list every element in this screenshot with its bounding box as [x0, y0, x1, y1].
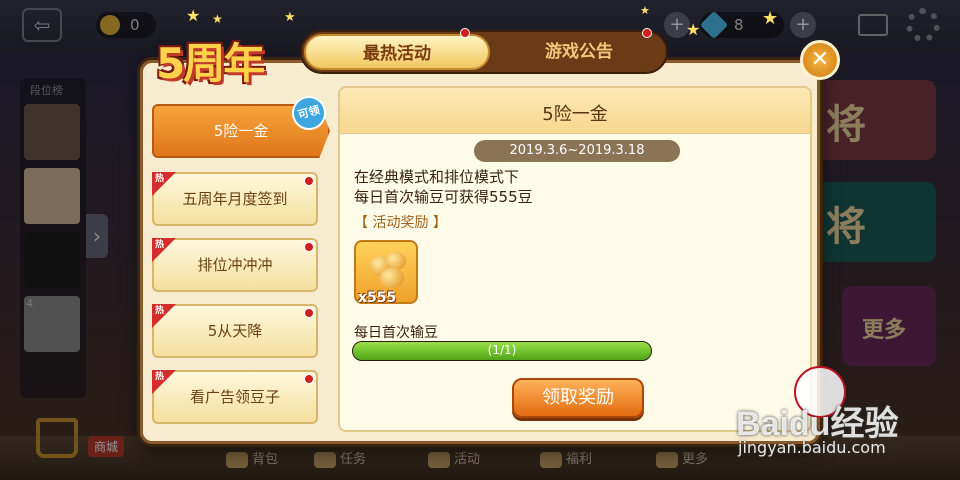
notification-dot: [642, 28, 652, 38]
activity-detail-panel: 5险一金 2019.3.6~2019.3.18 在经典模式和排位模式下 每日首次…: [338, 86, 812, 432]
activity-label: 五周年月度签到: [182, 190, 288, 208]
anniversary-badge: 5周年: [146, 22, 296, 88]
notification-dot: [460, 28, 470, 38]
detail-title: 5险一金: [542, 104, 608, 125]
watermark-url: jingyan.baidu.com: [738, 438, 886, 457]
notification-dot: [304, 374, 314, 384]
description-line: 在经典模式和排位模式下: [354, 168, 520, 186]
task-progress-text: (1/1): [487, 343, 517, 357]
activity-item-anniversary-signin[interactable]: 热 五周年月度签到: [152, 172, 318, 226]
activity-label: 5从天降: [207, 322, 263, 340]
close-button[interactable]: ✕: [800, 40, 840, 80]
star-icon: ★: [212, 12, 223, 26]
activity-label: 排位冲冲冲: [197, 256, 273, 274]
star-icon: ★: [686, 20, 701, 39]
detail-header: 5险一金: [340, 88, 810, 134]
activity-item-rank-rush[interactable]: 热 排位冲冲冲: [152, 238, 318, 292]
activity-label: 5险一金: [213, 122, 269, 140]
star-icon: ★: [284, 10, 296, 25]
bean-shape: [380, 268, 404, 288]
hot-tag-label: 热: [155, 174, 165, 184]
star-icon: ★: [640, 4, 650, 17]
notification-dot: [304, 242, 314, 252]
close-icon: ✕: [810, 47, 830, 72]
modal-tabs: 最热活动 游戏公告: [300, 28, 668, 74]
hot-tag-label: 热: [155, 306, 165, 316]
activity-item-watch-ads[interactable]: 热 看广告领豆子: [152, 370, 318, 424]
hot-tag-label: 热: [155, 240, 165, 250]
date-range: 2019.3.6~2019.3.18: [474, 140, 680, 162]
activity-item-falling-from-sky[interactable]: 热 5从天降: [152, 304, 318, 358]
claim-reward-button[interactable]: 领取奖励: [512, 378, 644, 418]
reward-header: 【 活动奖励 】: [354, 215, 447, 231]
description-line: 每日首次输豆可获得555豆: [354, 188, 533, 206]
reward-quantity: x555: [358, 290, 397, 306]
task-label: 每日首次输豆: [354, 325, 438, 341]
star-icon: ★: [186, 6, 201, 25]
anniversary-text: 5周年: [156, 39, 265, 88]
activity-label: 看广告领豆子: [189, 388, 280, 406]
notification-dot: [304, 176, 314, 186]
hot-tag-label: 热: [155, 372, 165, 382]
star-icon: ★: [762, 8, 779, 29]
tab-announcements[interactable]: 游戏公告: [486, 34, 672, 70]
notification-dot: [304, 308, 314, 318]
tab-hot-events[interactable]: 最热活动: [304, 34, 490, 70]
